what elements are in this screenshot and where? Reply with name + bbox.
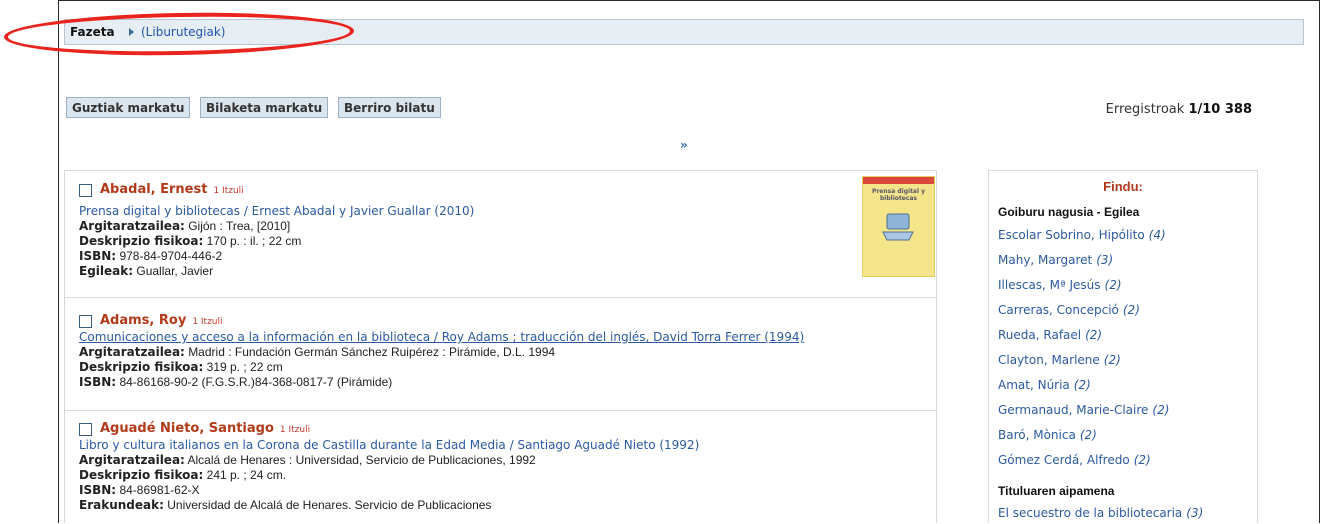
list-item: Aguadé Nieto, Santiago 1 Itzuli Libro y c…	[65, 410, 936, 524]
translate-link[interactable]: 1 Itzuli	[192, 317, 222, 327]
refine-author-item[interactable]: Illescas, Mª Jesús (2)	[998, 278, 1122, 292]
search-again-button[interactable]: Berriro bilatu	[338, 97, 441, 118]
refine-title-item[interactable]: El secuestro de la bibliotecaria (3)	[998, 506, 1203, 520]
records-range: 1/10 388	[1188, 102, 1252, 117]
records-count: Erregistroak 1/10 388	[1106, 102, 1252, 117]
cover-title: Prensa digital y bibliotecas	[871, 188, 926, 202]
record-isbn: ISBN: 978-84-9704-446-2	[79, 249, 223, 263]
refine-author-item[interactable]: Baró, Mònica (2)	[998, 428, 1097, 442]
refine-author-item[interactable]: Mahy, Margaret (3)	[998, 253, 1113, 267]
refine-section-title: Tituluaren aipamena	[998, 484, 1115, 498]
record-publisher: Argitaratzailea: Gijón : Trea, [2010]	[79, 219, 291, 233]
cover-band	[863, 177, 934, 184]
translate-link[interactable]: 1 Itzuli	[213, 186, 243, 196]
refine-author-item[interactable]: Gómez Cerdá, Alfredo (2)	[998, 453, 1151, 467]
laptop-icon	[881, 213, 914, 241]
record-description: Deskripzio fisikoa: 170 p. : il. ; 22 cm	[79, 234, 302, 248]
record-description: Deskripzio fisikoa: 241 p. ; 24 cm.	[79, 468, 287, 482]
records-label: Erregistroak	[1105, 102, 1185, 117]
record-publisher: Argitaratzailea: Alcalá de Henares : Uni…	[79, 453, 536, 467]
list-item: Adams, Roy 1 Itzuli Comunicaciones y acce…	[65, 297, 936, 411]
refine-author-item[interactable]: Rueda, Rafael (2)	[998, 328, 1102, 342]
record-organizations: Erakundeak: Universidad de Alcalá de Hen…	[79, 498, 492, 512]
record-isbn: ISBN: 84-86981-62-X	[79, 483, 200, 497]
record-title[interactable]: Comunicaciones y acceso a la información…	[79, 330, 804, 344]
record-checkbox[interactable]	[79, 423, 92, 436]
results-list: Abadal, Ernest 1 Itzuli Prensa digital y …	[64, 170, 937, 523]
record-author[interactable]: Abadal, Ernest 1 Itzuli	[100, 182, 244, 197]
mark-search-button[interactable]: Bilaketa markatu	[200, 97, 329, 118]
record-checkbox[interactable]	[79, 184, 92, 197]
record-title[interactable]: Prensa digital y bibliotecas / Ernest Ab…	[79, 204, 474, 218]
record-authors: Egileak: Guallar, Javier	[79, 264, 214, 278]
refine-author-item[interactable]: Carreras, Concepció (2)	[998, 303, 1140, 317]
record-author[interactable]: Adams, Roy 1 Itzuli	[100, 313, 223, 328]
refine-panel: Findu: Goiburu nagusia - Egilea Escolar …	[988, 170, 1258, 523]
refine-title: Findu:	[1103, 179, 1143, 194]
refine-author-item[interactable]: Clayton, Marlene (2)	[998, 353, 1121, 367]
record-title[interactable]: Libro y cultura italianos en la Corona d…	[79, 438, 699, 452]
record-description: Deskripzio fisikoa: 319 p. ; 22 cm	[79, 360, 283, 374]
refine-author-item[interactable]: Amat, Núria (2)	[998, 378, 1091, 392]
list-item: Abadal, Ernest 1 Itzuli Prensa digital y …	[65, 171, 936, 298]
record-checkbox[interactable]	[79, 315, 92, 328]
translate-link[interactable]: 1 Itzuli	[280, 425, 310, 435]
next-page-link[interactable]: »	[680, 138, 688, 152]
refine-section-author: Goiburu nagusia - Egilea	[998, 205, 1140, 219]
book-cover[interactable]: Prensa digital y bibliotecas	[862, 176, 935, 277]
record-author[interactable]: Aguadé Nieto, Santiago 1 Itzuli	[100, 421, 310, 436]
refine-author-item[interactable]: Germanaud, Marie-Claire (2)	[998, 403, 1169, 417]
record-isbn: ISBN: 84-86168-90-2 (F.G.S.R.)84-368-081…	[79, 375, 393, 389]
record-publisher: Argitaratzailea: Madrid : Fundación Germ…	[79, 345, 556, 359]
refine-author-item[interactable]: Escolar Sobrino, Hipólito (4)	[998, 228, 1166, 242]
mark-all-button[interactable]: Guztiak markatu	[66, 97, 191, 118]
